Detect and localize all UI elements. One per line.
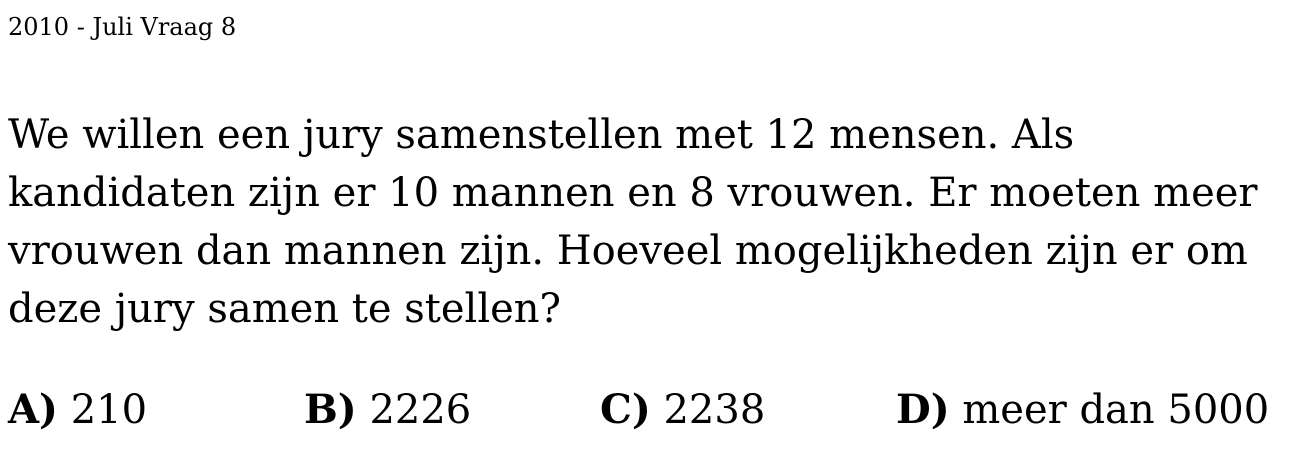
answer-letter: D) <box>896 386 950 433</box>
answer-options: A) 210 B) 2226 C) 2238 D) meer dan 5000 <box>8 382 1304 438</box>
answer-option-c: C) 2238 <box>600 382 765 438</box>
question-header: 2010 - Juli Vraag 8 <box>8 13 237 41</box>
answer-option-b: B) 2226 <box>304 382 471 438</box>
answer-value: 2226 <box>369 387 472 433</box>
answer-value: 2238 <box>663 387 766 433</box>
answer-value: 210 <box>70 387 148 433</box>
answer-letter: A) <box>8 386 58 433</box>
answer-letter: C) <box>600 386 651 433</box>
question-line: We willen een jury samenstellen met 12 m… <box>8 112 1075 158</box>
question-line: kandidaten zijn er 10 mannen en 8 vrouwe… <box>8 170 1258 216</box>
question-text: We willen een jury samenstellen met 12 m… <box>8 106 1304 338</box>
answer-option-d: D) meer dan 5000 <box>896 382 1269 438</box>
question-line: vrouwen dan mannen zijn. Hoeveel mogelij… <box>8 228 1248 274</box>
answer-value: meer dan 5000 <box>962 387 1270 433</box>
page: 2010 - Juli Vraag 8 We willen een jury s… <box>0 0 1308 464</box>
answer-option-a: A) 210 <box>8 382 147 438</box>
question-line: deze jury samen te stellen? <box>8 286 561 332</box>
answer-letter: B) <box>304 386 357 433</box>
